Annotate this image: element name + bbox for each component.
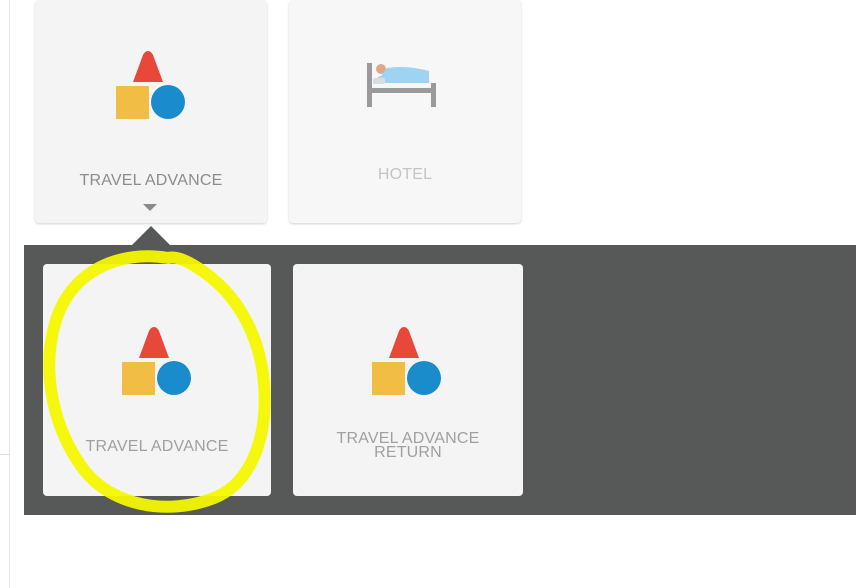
shapes-icon — [372, 327, 441, 395]
submenu-panel: TRAVEL ADVANCE TRAVEL ADVANCE RETURN — [24, 245, 856, 515]
bed-icon — [367, 63, 436, 107]
submenu-travel-advance-return-label: TRAVEL ADVANCE RETURN — [336, 430, 480, 461]
travel-advance-label: TRAVEL ADVANCE — [79, 172, 223, 189]
chevron-down-icon — [143, 204, 157, 211]
submenu-travel-advance-label: TRAVEL ADVANCE — [85, 438, 229, 455]
left-border-tick — [0, 454, 10, 455]
submenu-travel-advance-return-tile[interactable]: TRAVEL ADVANCE RETURN — [293, 264, 523, 496]
left-border-line — [9, 0, 10, 588]
submenu-travel-advance-tile[interactable]: TRAVEL ADVANCE — [43, 264, 271, 496]
shapes-icon — [122, 327, 191, 395]
submenu-pointer-arrow — [131, 226, 171, 246]
shapes-icon — [116, 51, 185, 119]
hotel-label: HOTEL — [377, 166, 433, 183]
travel-advance-tile[interactable]: TRAVEL ADVANCE — [35, 0, 267, 223]
hotel-tile[interactable]: HOTEL — [289, 0, 521, 223]
